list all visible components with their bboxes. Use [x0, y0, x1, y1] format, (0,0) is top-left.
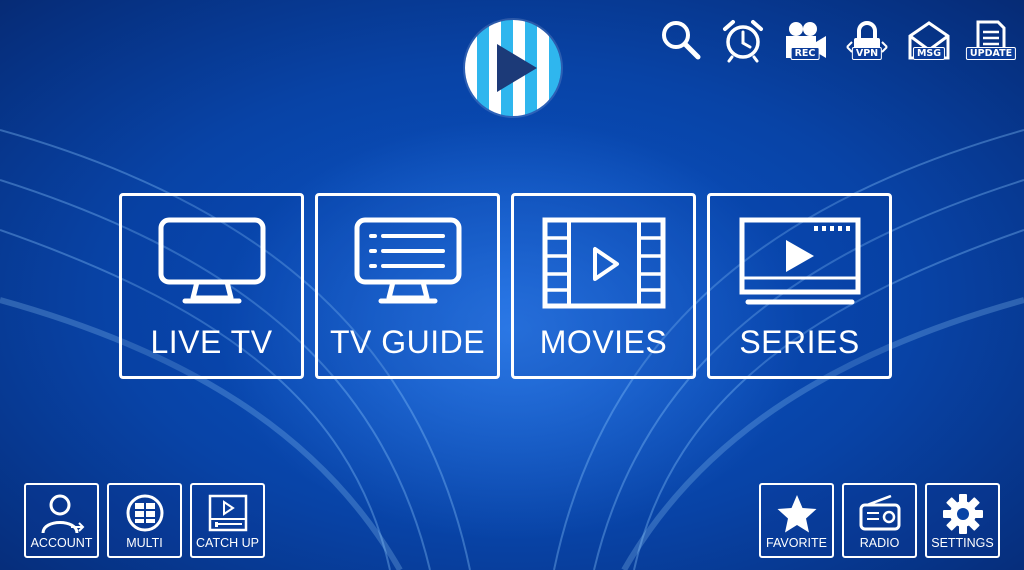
settings-label: SETTINGS [931, 536, 994, 550]
radio-button[interactable]: RADIO [842, 483, 917, 558]
message-button[interactable]: MSG [902, 14, 956, 66]
update-tag: UPDATE [965, 47, 1017, 60]
tv-guide-icon [354, 217, 461, 304]
tile-label: LIVE TV [150, 324, 273, 360]
radio-label: RADIO [859, 536, 900, 550]
play-logo-icon [497, 44, 537, 92]
tile-label: MOVIES [539, 324, 668, 360]
vpn-button[interactable]: VPN [840, 14, 894, 66]
tile-movies[interactable]: MOVIES [511, 193, 696, 379]
account-label: ACCOUNT [30, 536, 93, 550]
series-icon [739, 217, 860, 305]
tile-label: SERIES [739, 324, 860, 360]
tile-tv-guide[interactable]: TV GUIDE [315, 193, 500, 379]
search-icon [662, 21, 701, 60]
radio-icon [859, 494, 900, 531]
catch-up-label: CATCH UP [196, 536, 259, 550]
alarm-button[interactable] [716, 14, 770, 66]
main-menu: LIVE TV TV GUIDE MOVIES SERIES [119, 193, 892, 379]
favorite-button[interactable]: FAVORITE [759, 483, 834, 558]
settings-button[interactable]: SETTINGS [925, 483, 1000, 558]
tile-label: TV GUIDE [329, 324, 486, 360]
film-icon [542, 217, 665, 309]
record-button[interactable]: REC [778, 14, 832, 66]
tile-series[interactable]: SERIES [707, 193, 892, 379]
multi-button[interactable]: MULTI [107, 483, 182, 558]
favorite-label: FAVORITE [766, 536, 827, 550]
tile-live-tv[interactable]: LIVE TV [119, 193, 304, 379]
multi-screen-icon [126, 494, 163, 532]
vpn-tag: VPN [851, 47, 883, 60]
catch-up-button[interactable]: CATCH UP [190, 483, 265, 558]
update-button[interactable]: UPDATE [964, 14, 1018, 66]
multi-label: MULTI [126, 536, 163, 550]
gear-icon [942, 494, 983, 534]
search-button[interactable] [654, 14, 708, 66]
catch-up-icon [208, 494, 247, 532]
app-logo [465, 20, 561, 116]
account-button[interactable]: ACCOUNT [24, 483, 99, 558]
tv-icon [158, 217, 265, 304]
top-toolbar: REC VPN MSG UPDATE [654, 14, 1018, 66]
alarm-icon [723, 20, 763, 63]
star-icon [777, 495, 816, 533]
account-icon [41, 494, 84, 534]
message-tag: MSG [912, 47, 946, 60]
record-tag: REC [790, 47, 820, 60]
